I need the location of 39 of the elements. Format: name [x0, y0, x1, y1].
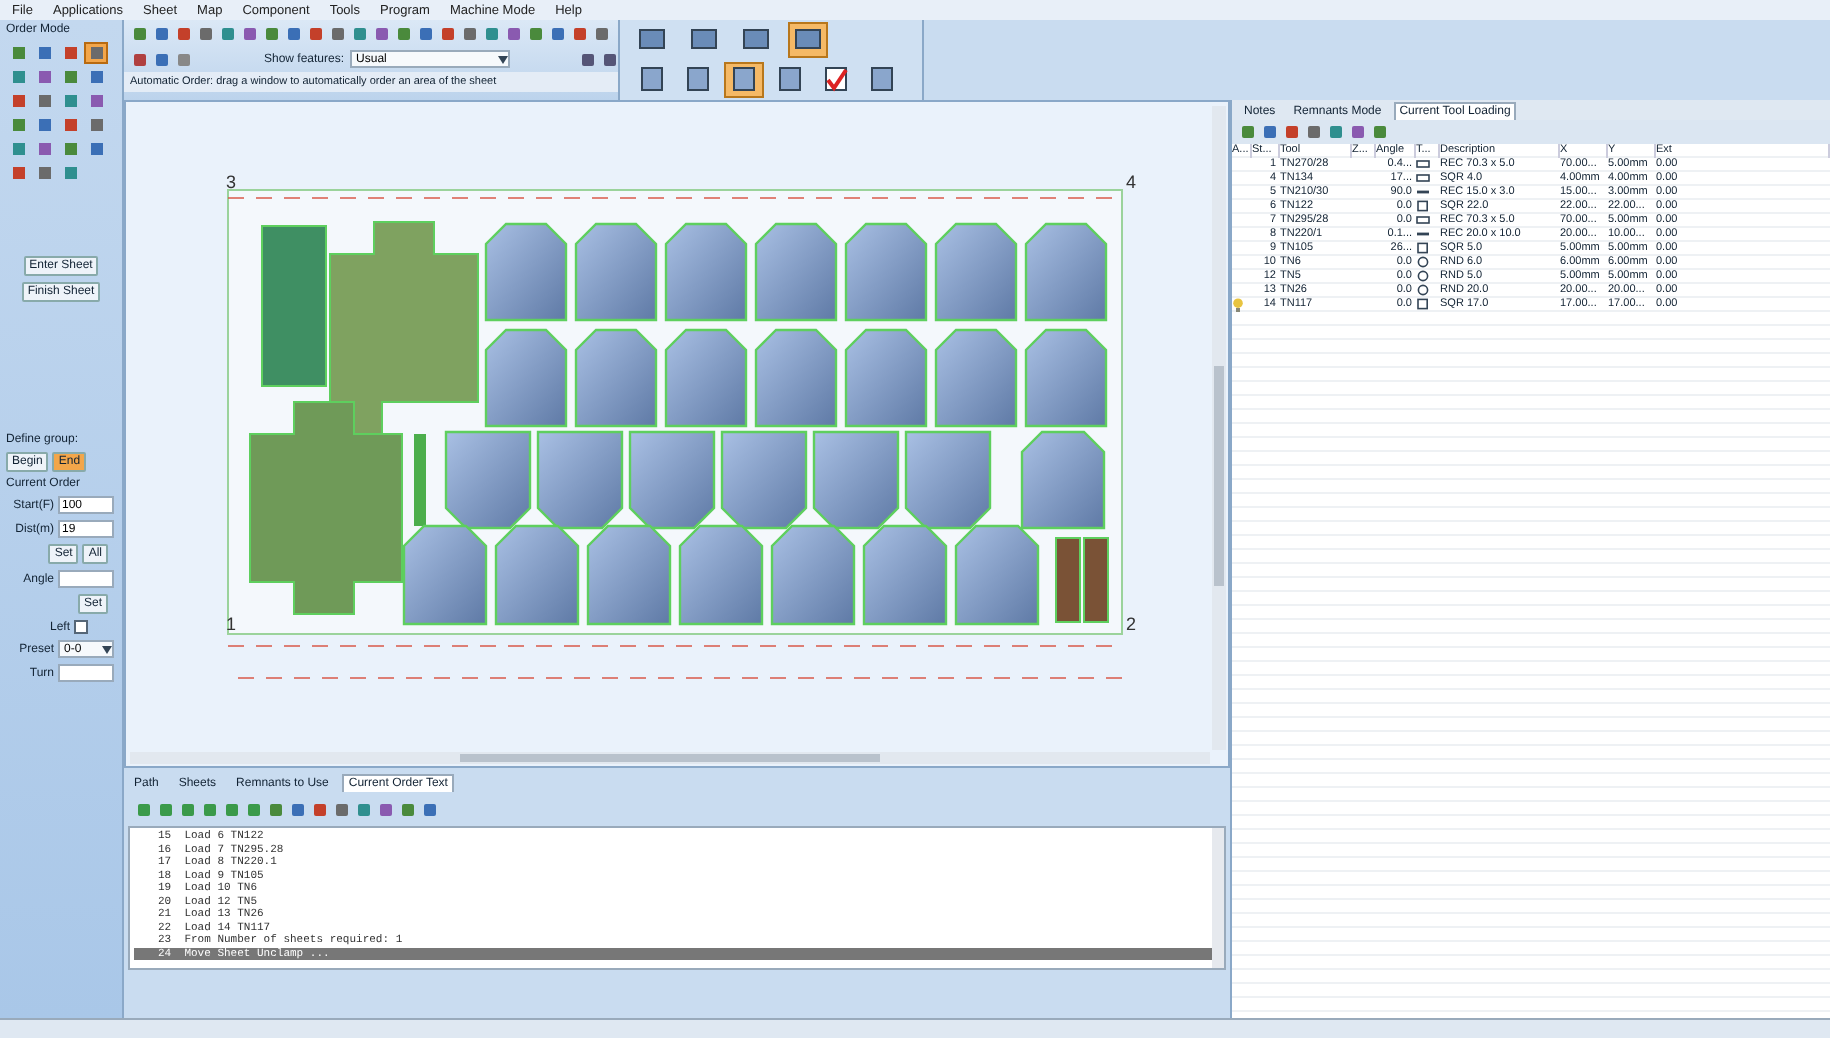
square-icon [63, 142, 77, 156]
square-icon [11, 46, 25, 60]
tool-button[interactable] [84, 42, 108, 64]
square-icon [63, 46, 77, 60]
square-icon [37, 166, 51, 180]
checkbox[interactable] [74, 620, 88, 634]
corner-label: 4 [1126, 172, 1137, 192]
square-icon [37, 94, 51, 108]
square-icon [89, 142, 103, 156]
ribbon-button[interactable] [788, 22, 828, 58]
square-icon [37, 118, 51, 132]
input-field[interactable] [58, 664, 114, 682]
square-icon [89, 70, 103, 84]
square-icon [37, 46, 51, 60]
square-icon [37, 70, 51, 84]
vertical-scrollbar[interactable] [1212, 106, 1226, 750]
caret-icon [498, 55, 509, 63]
square-icon [63, 166, 77, 180]
square-icon [11, 118, 25, 132]
square-icon [63, 118, 77, 132]
square-icon [63, 70, 77, 84]
corner-label: 1 [226, 614, 237, 634]
square-icon [89, 94, 103, 108]
square-icon [11, 166, 25, 180]
corner-label: 2 [1126, 614, 1137, 634]
square-icon [11, 94, 25, 108]
corner-label: 3 [226, 172, 237, 192]
horizontal-scrollbar[interactable] [130, 752, 1210, 764]
square-icon [89, 46, 103, 60]
square-icon [63, 94, 77, 108]
vertical-scrollbar[interactable] [1212, 828, 1224, 968]
square-icon [11, 142, 25, 156]
sheet-canvas[interactable]: 3 4 1 2 [124, 100, 1230, 768]
square-icon [89, 118, 103, 132]
input-field[interactable] [58, 570, 114, 588]
square-icon [11, 70, 25, 84]
square-icon [37, 142, 51, 156]
caret-icon [102, 645, 112, 653]
ribbon-button[interactable] [724, 62, 764, 98]
